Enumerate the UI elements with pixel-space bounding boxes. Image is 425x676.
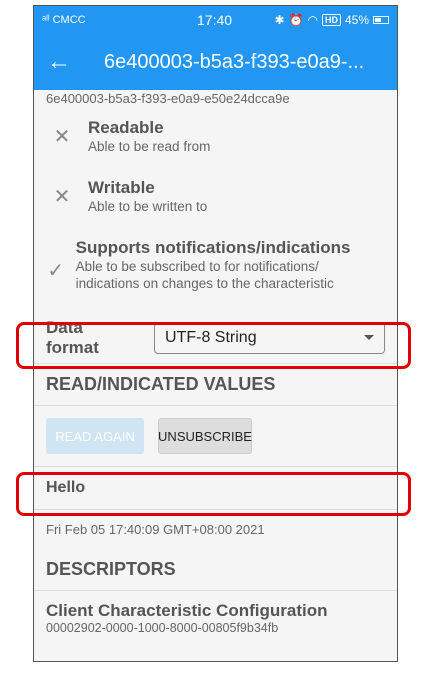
read-again-button[interactable]: READ AGAIN (46, 418, 144, 454)
property-title: Writable (88, 178, 155, 197)
wifi-icon: ◠ (307, 13, 318, 27)
battery-icon (373, 16, 389, 24)
property-subtitle: Able to be subscribed to for notificatio… (75, 259, 334, 291)
descriptors-section-title: DESCRIPTORS (46, 559, 176, 579)
alarm-icon: ⏰ (288, 13, 304, 27)
close-icon: ✕ (53, 186, 71, 208)
highlight-value (16, 472, 411, 516)
page-title: 6e400003-b5a3-f393-e0a9-... (104, 50, 365, 73)
values-buttons: READ AGAIN UNSUBSCRIBE (34, 406, 397, 466)
descriptor-uuid: 00002902-0000-1000-8000-00805f9b34fb (46, 621, 279, 635)
property-subtitle: Able to be read from (88, 139, 211, 154)
back-arrow-icon[interactable]: ← (34, 48, 84, 76)
carrier-label: ᵃˡˡ CMCC (42, 14, 86, 26)
clock: 17:40 (197, 12, 233, 28)
property-readable: ✕ Readable Able to be read from (34, 112, 397, 172)
characteristic-uuid: 6e400003-b5a3-f393-e0a9-e50e24dcca9e (46, 91, 290, 106)
unsubscribe-button[interactable]: UNSUBSCRIBE (158, 418, 252, 454)
bluetooth-icon: ✱ (274, 13, 285, 27)
property-notifications: ✓ Supports notifications/indications Abl… (34, 232, 397, 312)
property-subtitle: Able to be written to (88, 199, 208, 214)
hd-badge: HD (321, 14, 341, 26)
status-bar: ᵃˡˡ CMCC 17:40 ✱ ⏰ ◠ HD 45% (34, 6, 397, 34)
property-title: Readable (88, 118, 164, 137)
property-writable: ✕ Writable Able to be written to (34, 172, 397, 232)
descriptor-name[interactable]: Client Characteristic Configuration (34, 590, 397, 621)
app-bar: ← 6e400003-b5a3-f393-e0a9-... (34, 34, 397, 90)
values-section-title: READ/INDICATED VALUES (34, 364, 397, 406)
property-title: Supports notifications/indications (75, 238, 351, 257)
battery-percent: 45% (344, 13, 369, 27)
check-icon: ✓ (47, 260, 65, 282)
close-icon: ✕ (53, 126, 71, 148)
highlight-data-format (16, 322, 411, 369)
status-icons: ✱ ⏰ ◠ HD 45% (274, 13, 389, 27)
